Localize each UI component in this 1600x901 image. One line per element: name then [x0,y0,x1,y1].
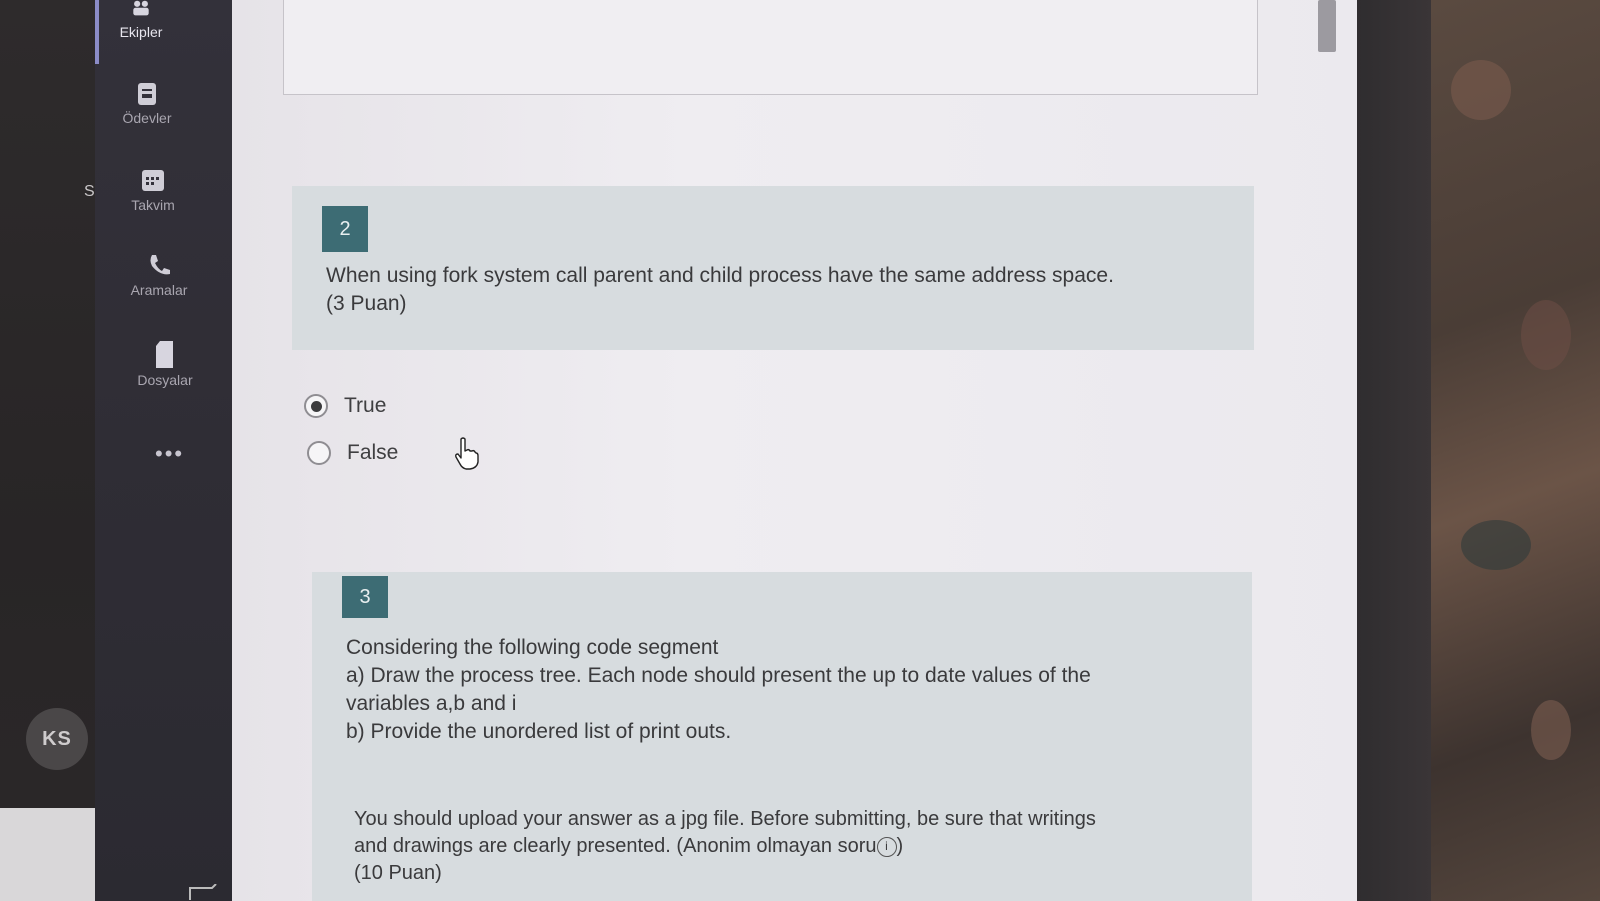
note-line: You should upload your answer as a jpg f… [354,808,1096,830]
option-false[interactable]: False [307,441,398,465]
option-label: False [347,441,399,464]
previous-answer-box[interactable] [283,0,1258,95]
question-3-text: Considering the following code segment a… [346,634,1236,746]
rail-item-label: Ödevler [122,110,172,126]
question-line: a) Draw the process tree. Each node shou… [346,664,1091,687]
rail-item-assignments[interactable]: Ödevler [102,80,192,126]
rail-item-label: Aramalar [130,282,188,298]
question-3-note: You should upload your answer as a jpg f… [354,806,1244,887]
question-line: b) Provide the unordered list of print o… [346,720,732,743]
question-number-badge: 2 [322,206,368,252]
phone-icon [150,255,170,275]
rail-item-teams[interactable]: Ekipler [96,0,186,40]
rail-item-calls[interactable]: Aramalar [114,252,204,298]
question-line: variables a,b and i [346,692,517,715]
chat-new-icon[interactable] [188,884,218,901]
rail-item-calendar[interactable]: Takvim [108,167,198,213]
assignments-icon [138,83,156,105]
more-apps-button[interactable]: ••• [155,441,184,467]
hand-cursor-icon [455,437,479,470]
radio-selected[interactable] [304,394,328,418]
question-text: When using fork system call parent and c… [326,264,1114,287]
question-number-badge: 3 [342,576,388,618]
question-2-text: When using fork system call parent and c… [326,262,1246,318]
question-points: (10 Puan) [354,862,442,884]
option-label: True [344,394,387,417]
question-line: Considering the following code segment [346,636,719,659]
option-true[interactable]: True [304,394,386,418]
scrollbar-thumb[interactable] [1318,0,1336,52]
note-line: and drawings are clearly presented. (Ano… [354,835,904,857]
avatar[interactable]: KS [26,708,88,770]
window-edge [1357,0,1431,901]
info-icon[interactable]: i [876,836,897,857]
radio-unselected[interactable] [307,441,331,465]
rail-item-files[interactable]: Dosyalar [120,336,210,388]
question-points: (3 Puan) [326,292,407,315]
rail-item-label: Takvim [131,197,175,213]
rail-item-label: Ekipler [119,24,163,40]
rail-item-label: Dosyalar [137,372,193,388]
files-icon [156,341,173,368]
background-surface [1431,0,1600,901]
teams-icon [133,0,149,16]
chat-list-strip: SE AE KC KS [0,0,150,901]
calendar-icon [142,170,164,191]
